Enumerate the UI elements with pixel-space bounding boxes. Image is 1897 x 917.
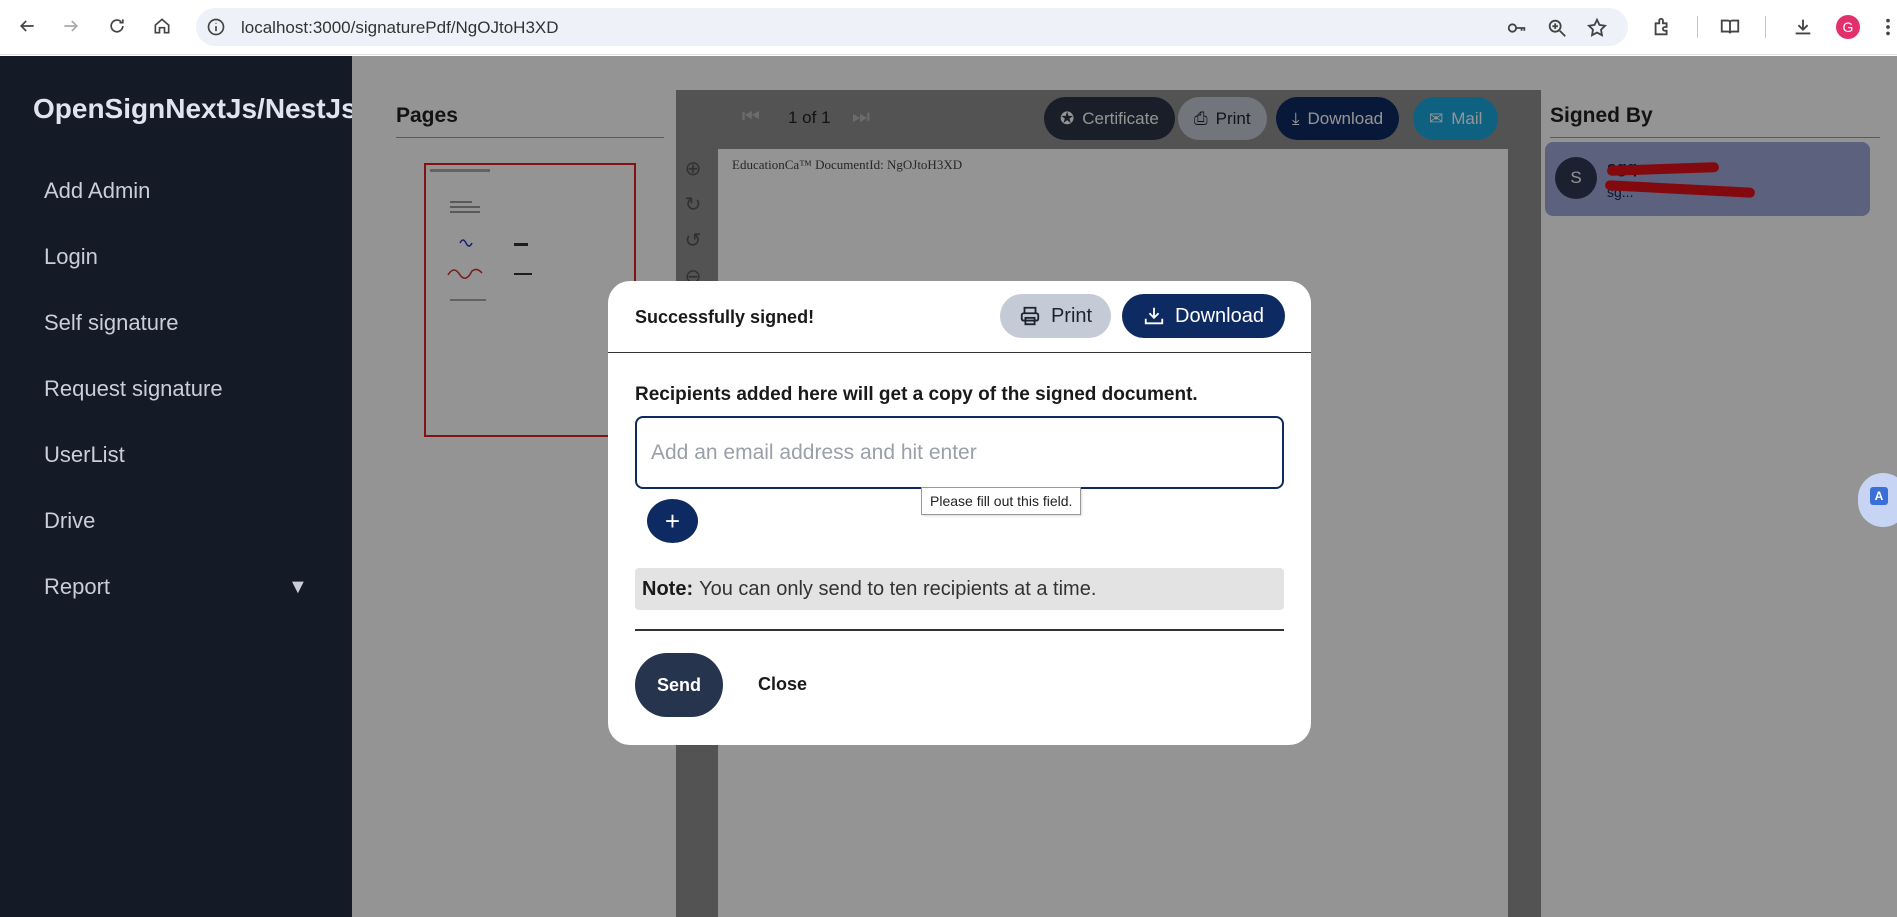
download-label: Download	[1175, 304, 1264, 327]
sidebar-item-userlist[interactable]: UserList	[44, 442, 125, 468]
sidebar: OpenSignNextJs/NestJs Add Admin Login Se…	[0, 56, 357, 917]
send-button[interactable]: Send	[635, 653, 723, 717]
translate-bubble[interactable]: A	[1858, 473, 1897, 527]
address-bar[interactable]: localhost:3000/signaturePdf/NgOJtoH3XD	[196, 8, 1628, 46]
note-text: You can only send to ten recipients at a…	[699, 577, 1097, 600]
sidebar-item-drive[interactable]: Drive	[44, 508, 95, 534]
signed-success-dialog: Successfully signed! Print Download Reci…	[608, 281, 1311, 745]
bookmark-star-icon[interactable]	[1586, 17, 1608, 39]
toolbar-separator	[1697, 16, 1698, 38]
downloads-icon[interactable]	[1790, 14, 1816, 40]
toolbar-separator	[1765, 16, 1766, 38]
sidebar-item-add-admin[interactable]: Add Admin	[44, 178, 150, 204]
password-key-icon[interactable]	[1506, 17, 1528, 39]
close-button[interactable]: Close	[758, 674, 807, 695]
divider	[635, 629, 1284, 631]
recipient-limit-note: Note: You can only send to ten recipient…	[635, 568, 1284, 610]
print-label: Print	[1050, 304, 1093, 327]
sidebar-item-login[interactable]: Login	[44, 244, 98, 270]
print-icon	[1020, 306, 1040, 326]
browser-toolbar: localhost:3000/signaturePdf/NgOJtoH3XD G	[0, 0, 1897, 55]
menu-icon[interactable]	[1875, 14, 1897, 40]
site-info-icon[interactable]	[206, 17, 226, 37]
reading-mode-icon[interactable]	[1717, 14, 1743, 40]
recipient-email-input[interactable]	[635, 416, 1284, 489]
url-text[interactable]: localhost:3000/signaturePdf/NgOJtoH3XD	[241, 18, 559, 38]
translate-icon: A	[1870, 487, 1888, 505]
profile-avatar[interactable]: G	[1836, 15, 1860, 39]
add-recipient-button[interactable]: +	[647, 499, 698, 543]
divider	[608, 352, 1311, 353]
extensions-icon[interactable]	[1649, 14, 1675, 40]
sidebar-item-request-signature[interactable]: Request signature	[44, 376, 223, 402]
validation-tooltip: Please fill out this field.	[921, 487, 1082, 515]
back-icon[interactable]	[12, 11, 42, 41]
sidebar-item-report[interactable]: Report	[44, 574, 110, 600]
zoom-icon[interactable]	[1546, 17, 1568, 39]
report-caret-icon[interactable]: ▼	[288, 576, 308, 599]
brand-title[interactable]: OpenSignNextJs/NestJs	[33, 93, 357, 125]
print-button[interactable]: Print	[1000, 294, 1111, 338]
download-button[interactable]: Download	[1122, 294, 1285, 338]
download-icon	[1144, 307, 1164, 325]
note-label: Note:	[642, 577, 694, 600]
reload-icon[interactable]	[102, 11, 132, 41]
forward-icon[interactable]	[56, 11, 86, 41]
dialog-title: Successfully signed!	[635, 307, 815, 327]
sidebar-item-self-signature[interactable]: Self signature	[44, 310, 179, 336]
home-icon[interactable]	[147, 11, 177, 41]
recipients-instruction: Recipients added here will get a copy of…	[635, 384, 1198, 405]
